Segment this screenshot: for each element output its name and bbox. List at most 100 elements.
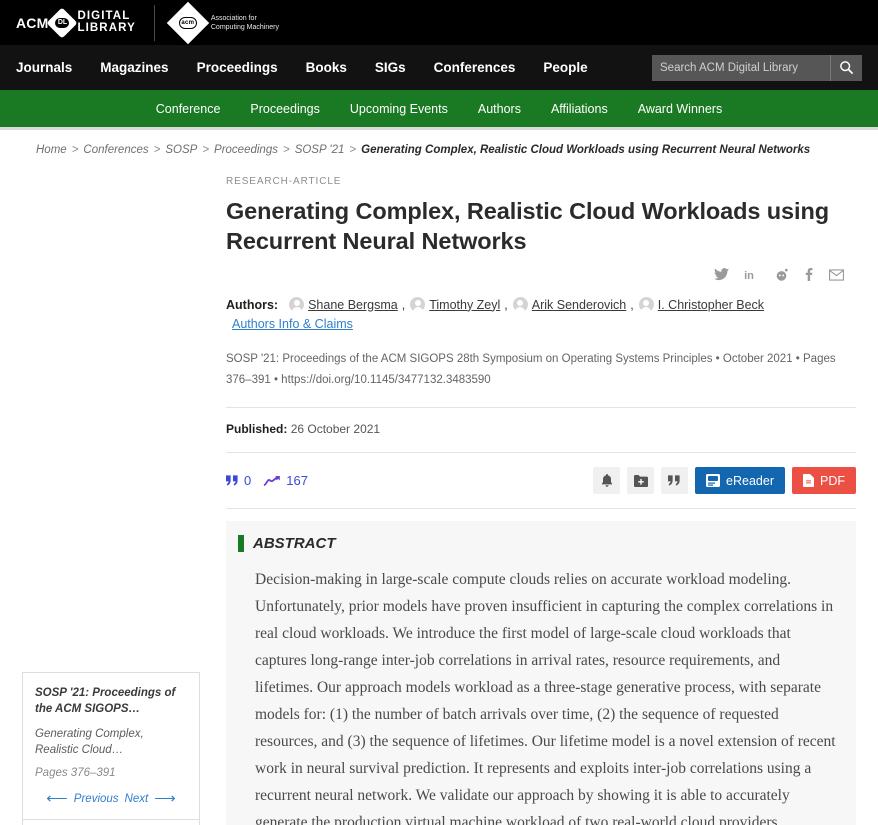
authors-row: Authors: Shane Bergsma, Timothy Zeyl, Ar… xyxy=(226,297,856,331)
green-sub-navigation: Conference Proceedings Upcoming Events A… xyxy=(0,90,878,127)
publication-info: SOSP '21: Proceedings of the ACM SIGOPS … xyxy=(226,349,856,408)
logo-divider xyxy=(153,4,155,41)
download-count: 167 xyxy=(286,473,308,488)
metrics-actions-bar: 0 167 eReader PDF xyxy=(226,467,856,509)
download-metric[interactable]: 167 xyxy=(263,473,308,488)
folder-add-icon xyxy=(633,474,648,487)
author-link-timothy-zeyl[interactable]: Timothy Zeyl xyxy=(429,298,500,312)
dl-diamond-icon: DL xyxy=(46,6,79,39)
acm-diamond-icon: acm xyxy=(166,1,210,44)
sidebar-prev-next-nav: ⟵ Previous Next ⟶ xyxy=(35,791,187,806)
quote-icon xyxy=(226,475,238,486)
author-separator: , xyxy=(630,297,634,312)
subnav-item-affiliations[interactable]: Affiliations xyxy=(551,102,608,116)
acm-badge-label: acm xyxy=(178,16,197,29)
page-body: SOSP '21: Proceedings of the ACM SIGOPS…… xyxy=(0,170,878,825)
acm-organization-logo[interactable]: acm Association for Computing Machinery xyxy=(166,1,279,44)
abstract-heading-row: ABSTRACT xyxy=(238,535,838,552)
subnav-item-authors[interactable]: Authors xyxy=(478,102,521,116)
previous-article-link[interactable]: Previous xyxy=(74,793,119,805)
next-article-link[interactable]: Next xyxy=(125,793,149,805)
social-share-row: in xyxy=(226,268,856,281)
subnav-item-proceedings[interactable]: Proceedings xyxy=(250,102,320,116)
pdf-button[interactable]: PDF xyxy=(792,467,856,494)
breadcrumb-sosp-21[interactable]: SOSP '21 xyxy=(295,144,345,156)
nav-item-magazines[interactable]: Magazines xyxy=(100,60,168,75)
breadcrumb-home[interactable]: Home xyxy=(36,144,67,156)
subnav-item-award-winners[interactable]: Award Winners xyxy=(638,102,723,116)
dl-line-1: DIGITAL xyxy=(77,10,131,22)
dl-line-2: LIBRARY xyxy=(77,21,136,34)
article-main-column: RESEARCH-ARTICLE Generating Complex, Rea… xyxy=(200,170,856,825)
avatar xyxy=(512,297,528,314)
org-line-1: Association for xyxy=(210,14,257,22)
published-row: Published: 26 October 2021 xyxy=(226,422,856,453)
sidebar-section-nav: ABSTRACT References Index Terms Comments xyxy=(23,820,199,825)
sidebar-card-top: SOSP '21: Proceedings of the ACM SIGOPS…… xyxy=(23,673,199,819)
nav-item-sigs[interactable]: SIGs xyxy=(375,60,406,75)
avatar xyxy=(410,297,426,314)
author-entry: Timothy Zeyl, xyxy=(410,297,508,314)
arrow-left-icon: ⟵ xyxy=(46,790,68,807)
page-title: Generating Complex, Realistic Cloud Work… xyxy=(226,198,829,254)
author-link-i-christopher-beck[interactable]: I. Christopher Beck xyxy=(658,298,764,312)
subnav-item-upcoming-events[interactable]: Upcoming Events xyxy=(350,102,448,116)
author-link-arik-senderovich[interactable]: Arik Senderovich xyxy=(532,298,627,312)
main-navigation-bar: Journals Magazines Proceedings Books SIG… xyxy=(0,45,878,90)
sidebar-pages: Pages 376–391 xyxy=(35,767,116,779)
subnav-item-conference[interactable]: Conference xyxy=(156,102,221,116)
abstract-section: ABSTRACT Decision-making in large-scale … xyxy=(226,521,856,825)
nav-item-people[interactable]: People xyxy=(543,60,587,75)
breadcrumb-separator: > xyxy=(153,144,161,156)
reddit-icon[interactable] xyxy=(774,268,789,281)
breadcrumb-current-article: Generating Complex, Realistic Cloud Work… xyxy=(361,144,811,156)
twitter-icon[interactable] xyxy=(714,268,729,281)
published-label: Published: xyxy=(226,422,288,436)
author-separator: , xyxy=(401,297,406,312)
org-line-2: Computing Machinery xyxy=(210,23,279,31)
citation-metric[interactable]: 0 xyxy=(226,473,251,488)
left-sidebar-column: SOSP '21: Proceedings of the ACM SIGOPS…… xyxy=(22,170,200,825)
abstract-accent-bar xyxy=(238,535,244,552)
arrow-right-icon: ⟶ xyxy=(154,790,176,807)
nav-item-conferences[interactable]: Conferences xyxy=(434,60,516,75)
pdf-file-icon xyxy=(803,474,814,487)
main-nav-items: Journals Magazines Proceedings Books SIG… xyxy=(16,60,588,75)
breadcrumb-separator: > xyxy=(349,144,357,156)
svg-text:in: in xyxy=(744,270,754,281)
author-link-shane-bergsma[interactable]: Shane Bergsma xyxy=(308,298,398,312)
search-icon xyxy=(840,61,854,75)
ereader-label: eReader xyxy=(726,473,774,488)
nav-item-books[interactable]: Books xyxy=(306,60,347,75)
author-entry: Shane Bergsma, xyxy=(289,297,406,314)
ereader-button[interactable]: eReader xyxy=(695,467,785,494)
ereader-icon xyxy=(706,474,721,487)
breadcrumb-sosp[interactable]: SOSP xyxy=(165,144,197,156)
sidebar-proceedings-title[interactable]: SOSP '21: Proceedings of the ACM SIGOPS… xyxy=(35,685,187,717)
email-icon[interactable] xyxy=(829,268,844,281)
avatar xyxy=(638,297,654,314)
sidebar-card: SOSP '21: Proceedings of the ACM SIGOPS…… xyxy=(22,672,200,825)
published-date: 26 October 2021 xyxy=(290,422,381,436)
acm-digital-library-logo[interactable]: ACM DL DIGITAL LIBRARY xyxy=(16,6,136,39)
search-input[interactable] xyxy=(652,54,830,81)
digital-library-wordmark: DIGITAL LIBRARY xyxy=(77,10,136,34)
abstract-body-text: Decision-making in large-scale compute c… xyxy=(255,571,836,825)
nav-item-proceedings[interactable]: Proceedings xyxy=(197,60,278,75)
alert-bell-button[interactable] xyxy=(593,467,621,494)
sidebar-article-title[interactable]: Generating Complex, Realistic Cloud… xyxy=(35,726,187,758)
logo-group: ACM DL DIGITAL LIBRARY acm Association f… xyxy=(16,1,279,44)
acm-org-text: Association for Computing Machinery xyxy=(211,14,279,32)
pdf-label: PDF xyxy=(820,473,845,488)
save-to-binder-button[interactable] xyxy=(627,467,655,494)
search-container xyxy=(652,54,862,81)
search-button[interactable] xyxy=(830,54,862,81)
cite-button[interactable] xyxy=(661,467,689,494)
breadcrumb-proceedings[interactable]: Proceedings xyxy=(214,144,278,156)
nav-item-journals[interactable]: Journals xyxy=(16,60,72,75)
facebook-icon[interactable] xyxy=(804,268,814,281)
breadcrumb-conferences[interactable]: Conferences xyxy=(83,144,148,156)
linkedin-icon[interactable]: in xyxy=(744,268,759,281)
authors-info-claims-link[interactable]: Authors Info & Claims xyxy=(232,317,353,331)
article-action-buttons: eReader PDF xyxy=(593,467,856,494)
